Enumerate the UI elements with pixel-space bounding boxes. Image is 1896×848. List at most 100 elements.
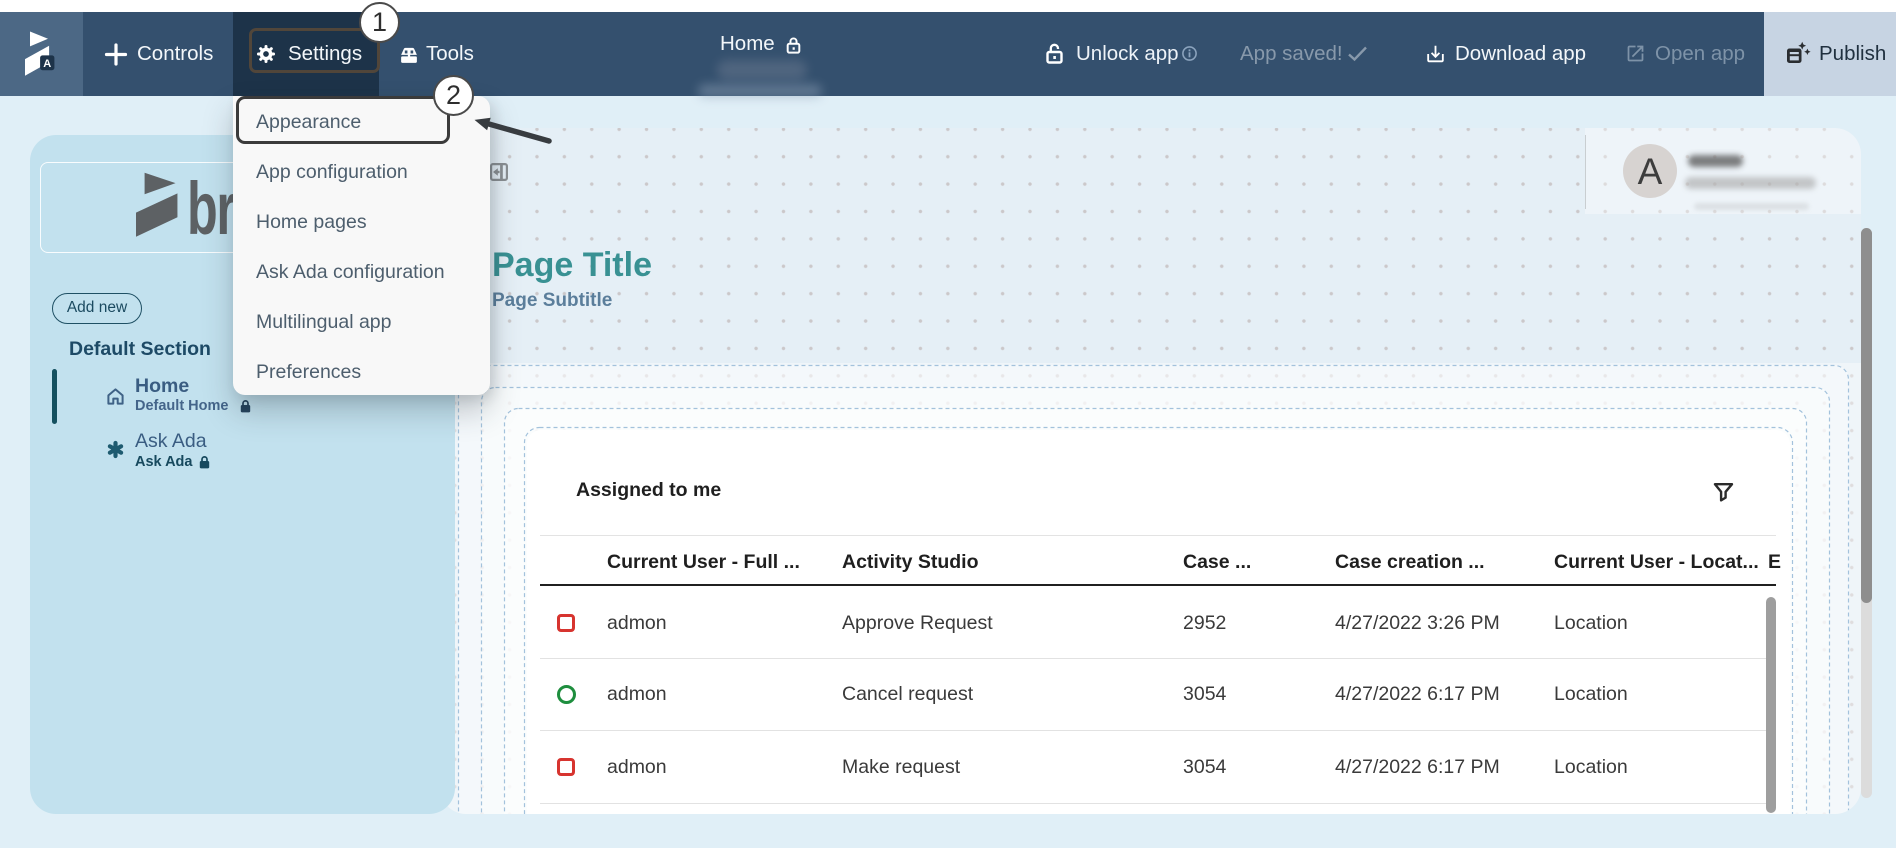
publish-button[interactable]: Publish xyxy=(1764,12,1896,96)
toolbox-icon xyxy=(398,44,420,65)
add-new-button[interactable]: Add new xyxy=(52,293,142,324)
menu-item-preferences[interactable]: Preferences xyxy=(256,347,361,397)
blurred-user-meta xyxy=(1694,203,1809,210)
brand-logo-icon: A xyxy=(25,31,55,77)
controls-button[interactable]: Controls xyxy=(83,12,233,96)
status-icon-red xyxy=(557,731,575,803)
table-row[interactable]: admon Approve Request 2952 4/27/2022 3:2… xyxy=(540,588,1776,659)
top-strip xyxy=(0,0,1896,12)
page-title: Page Title xyxy=(492,245,652,285)
status-icon-green xyxy=(557,659,576,730)
publish-icon xyxy=(1785,41,1811,67)
red-square-status-icon xyxy=(557,758,575,776)
gear-icon xyxy=(256,44,276,64)
menu-item-home-pages[interactable]: Home pages xyxy=(256,197,367,247)
app-logo-tile[interactable]: A xyxy=(0,12,83,96)
blurred-user-email xyxy=(1685,177,1816,189)
column-header[interactable]: E xyxy=(1768,547,1781,577)
annotation-arrow xyxy=(460,108,560,153)
green-circle-status-icon xyxy=(557,685,576,704)
avatar[interactable]: A xyxy=(1623,144,1677,198)
settings-label: Settings xyxy=(288,12,362,96)
brand-logo-icon-gray xyxy=(136,172,179,237)
publish-label: Publish xyxy=(1819,12,1886,96)
download-app-button[interactable]: Download app xyxy=(1418,12,1588,96)
table-cell: Location xyxy=(1554,659,1628,730)
column-header[interactable]: Activity Studio xyxy=(842,547,979,577)
unlock-app-button[interactable]: Unlock app xyxy=(1040,12,1205,96)
annotation-highlight-box xyxy=(236,96,450,144)
app-saved-status: App saved! xyxy=(1230,12,1380,96)
lock-open-icon xyxy=(1046,43,1065,64)
table-cell: 2952 xyxy=(1183,588,1226,658)
filter-icon[interactable] xyxy=(1713,481,1734,502)
column-header[interactable]: Current User - Full ... xyxy=(607,547,800,577)
blurred-app-name xyxy=(717,60,807,80)
check-icon xyxy=(1347,45,1368,62)
blurred-user-name xyxy=(1688,155,1743,167)
controls-label: Controls xyxy=(137,12,213,96)
app-saved-label: App saved! xyxy=(1240,12,1343,96)
column-header[interactable]: Case creation ... xyxy=(1335,547,1485,577)
page-item-subtitle: Default Home xyxy=(135,398,228,414)
unlock-app-label: Unlock app xyxy=(1076,12,1179,96)
divider xyxy=(540,584,1776,586)
column-header[interactable]: Current User - Locat... xyxy=(1554,547,1759,577)
table-cell: Location xyxy=(1554,588,1628,658)
plus-icon xyxy=(104,43,128,66)
table-cell: admon xyxy=(607,659,667,730)
top-navbar: A Controls xyxy=(0,12,1896,96)
red-square-status-icon xyxy=(557,614,575,632)
asterisk-icon xyxy=(106,440,125,459)
page-item-title: Ask Ada xyxy=(135,431,207,451)
table-row[interactable]: admon Make request 3054 4/27/2022 6:17 P… xyxy=(540,731,1776,804)
open-app-button[interactable]: Open app xyxy=(1618,12,1753,96)
table-scrollbar[interactable] xyxy=(1766,597,1776,813)
table-cell: Location xyxy=(1554,731,1628,803)
menu-item-app-configuration[interactable]: App configuration xyxy=(256,147,408,197)
page-tab-label: Home xyxy=(720,24,775,64)
table-cell: admon xyxy=(607,588,667,658)
table-title: Assigned to me xyxy=(576,478,721,502)
divider xyxy=(1585,135,1586,209)
lock-icon xyxy=(786,37,801,54)
table-cell: 3054 xyxy=(1183,731,1226,803)
page-subtitle: Page Subtitle xyxy=(492,290,612,312)
info-icon[interactable] xyxy=(1182,46,1197,61)
table-cell: Cancel request xyxy=(842,659,973,730)
menu-item-multilingual-app[interactable]: Multilingual app xyxy=(256,297,392,347)
open-in-new-icon xyxy=(1625,43,1646,64)
download-icon xyxy=(1424,43,1447,65)
assigned-table-card: Assigned to me Current User - Full ... A… xyxy=(527,430,1790,814)
home-icon xyxy=(106,387,125,406)
divider xyxy=(540,535,1776,536)
annotation-step-2: 2 xyxy=(433,75,474,116)
collapse-sidebar-icon[interactable] xyxy=(490,163,508,181)
svg-text:A: A xyxy=(43,58,51,70)
table-cell: Approve Request xyxy=(842,588,993,658)
canvas-scrollbar-thumb[interactable] xyxy=(1861,228,1872,603)
page-item-subtitle: Ask Ada xyxy=(135,454,192,470)
open-app-label: Open app xyxy=(1655,12,1745,96)
page-item-title: Home xyxy=(135,376,189,396)
blurred-tooltip xyxy=(698,84,822,98)
lock-icon-small xyxy=(240,400,251,413)
sidebar-item-ask-ada[interactable] xyxy=(70,428,440,478)
status-icon-red xyxy=(557,588,575,658)
table-row[interactable]: admon Cancel request 3054 4/27/2022 6:17… xyxy=(540,659,1776,731)
section-header: Default Section xyxy=(69,339,211,359)
menu-item-ask-ada-configuration[interactable]: Ask Ada configuration xyxy=(256,247,445,297)
page-canvas: Page Title Page Subtitle A Assigned to m… xyxy=(440,128,1861,814)
selected-indicator xyxy=(52,369,57,424)
table-cell: 4/27/2022 6:17 PM xyxy=(1335,659,1500,730)
settings-button[interactable]: Settings xyxy=(233,12,379,96)
column-header[interactable]: Case ... xyxy=(1183,547,1251,577)
table-cell: 4/27/2022 6:17 PM xyxy=(1335,731,1500,803)
table-cell: 4/27/2022 3:26 PM xyxy=(1335,588,1500,658)
annotation-step-1: 1 xyxy=(359,2,400,43)
download-app-label: Download app xyxy=(1455,12,1586,96)
table-cell: 3054 xyxy=(1183,659,1226,730)
sidebar-logo-text: br xyxy=(187,175,235,242)
table-cell: Make request xyxy=(842,731,960,803)
table-cell: admon xyxy=(607,731,667,803)
